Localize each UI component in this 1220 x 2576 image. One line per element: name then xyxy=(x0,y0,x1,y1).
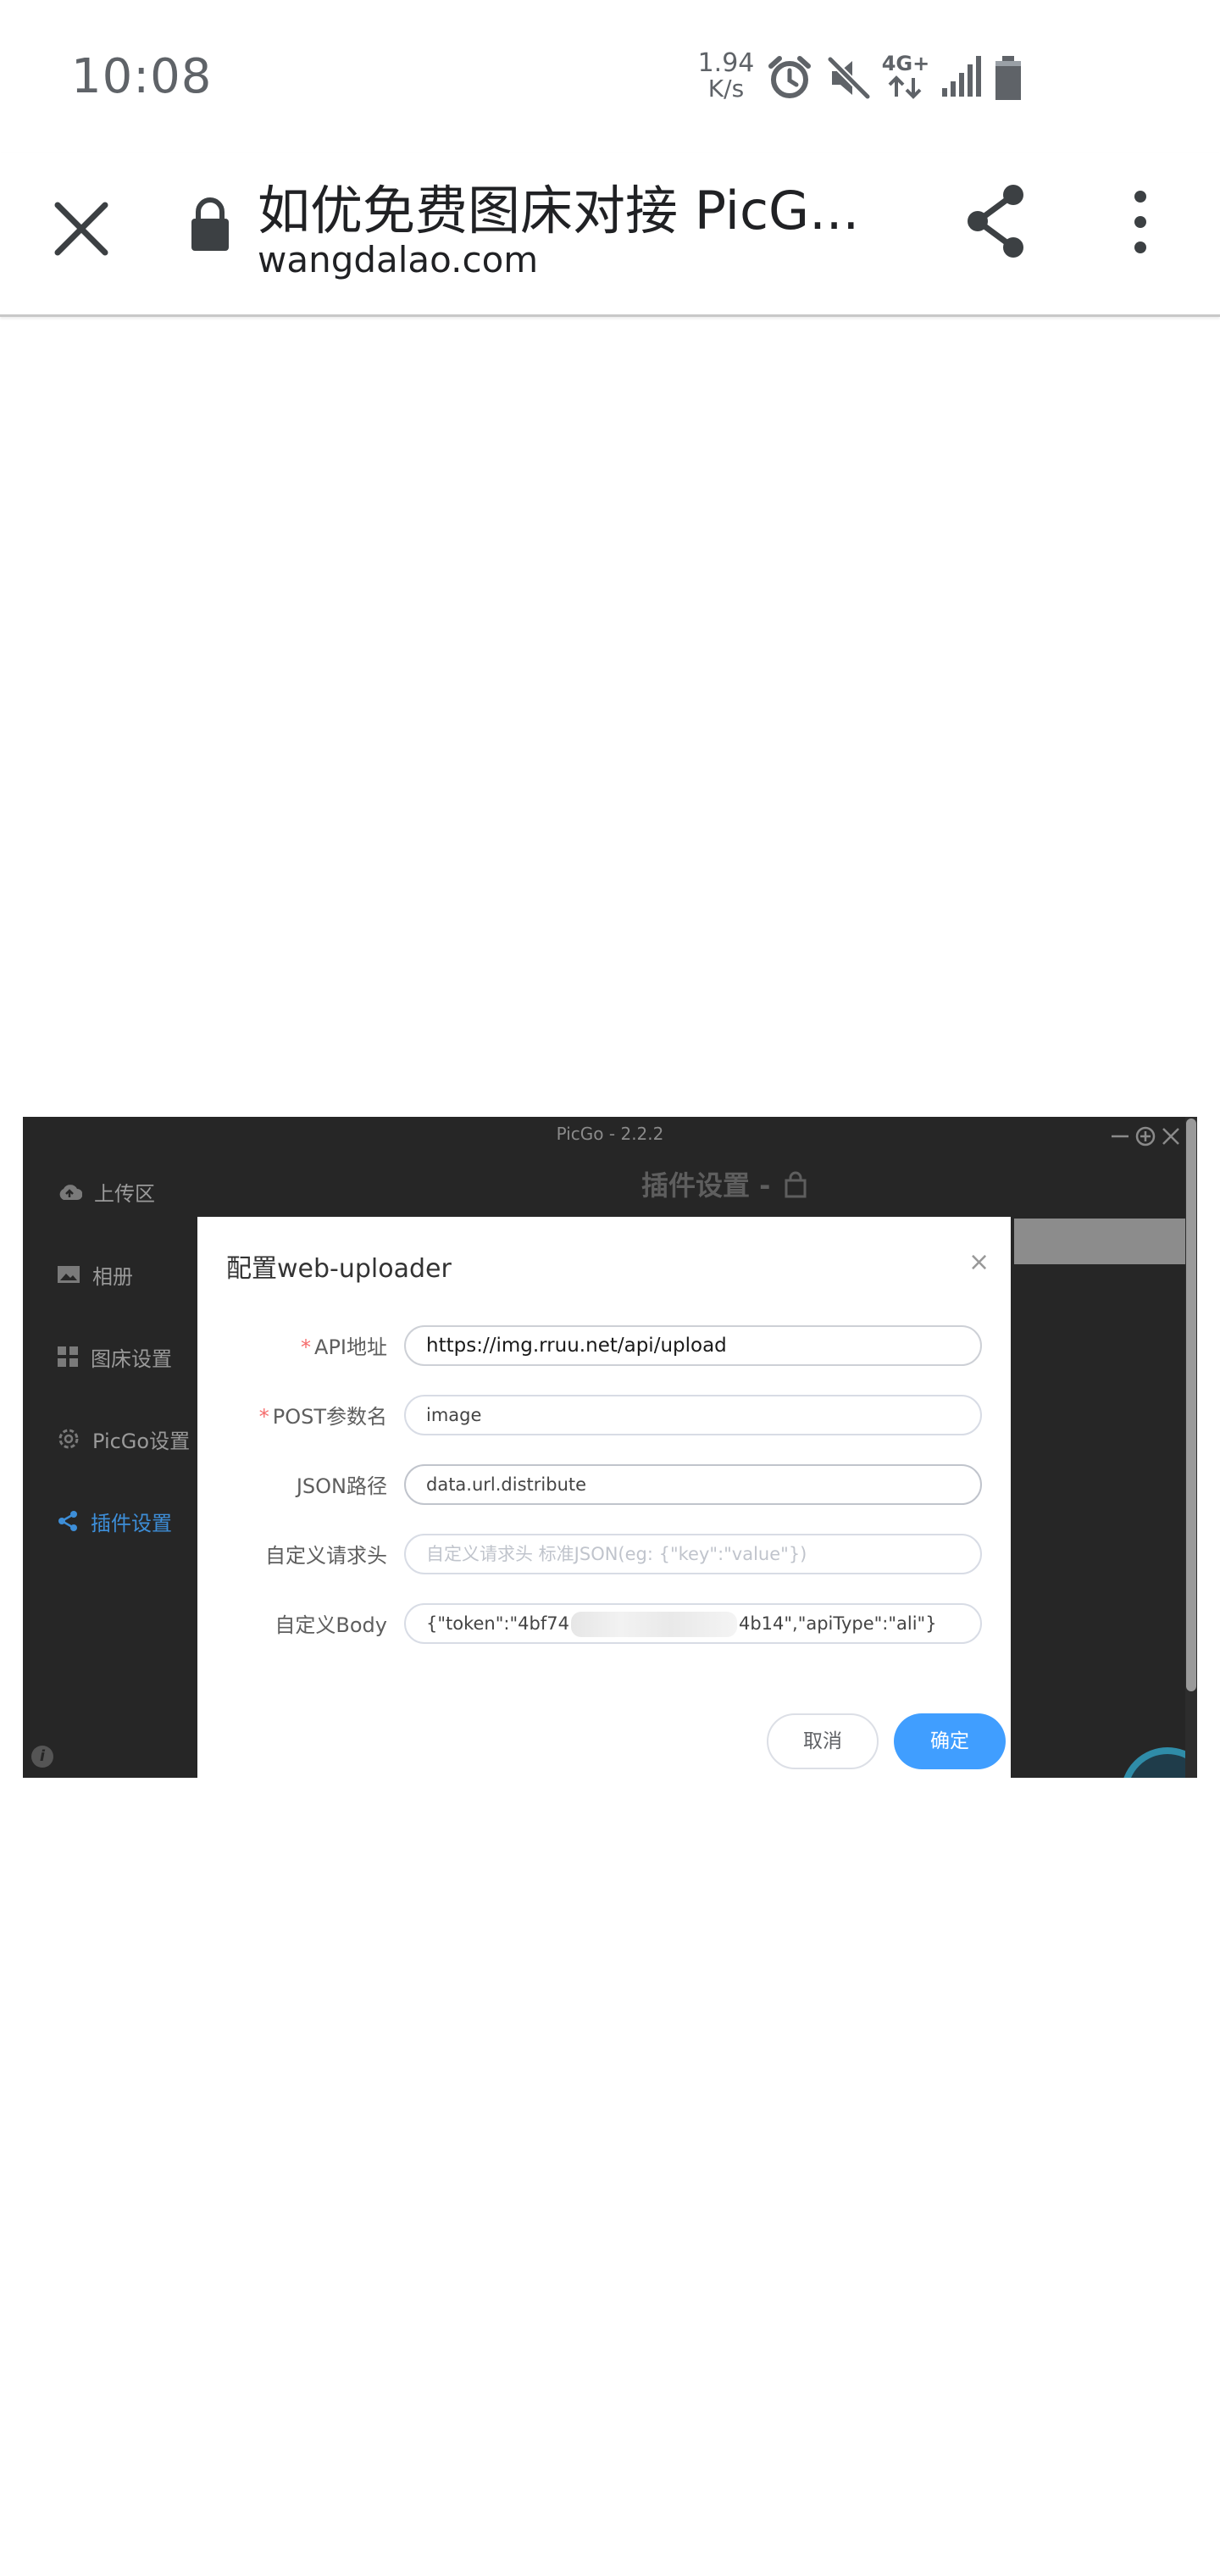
api-url-input[interactable]: https://img.rruu.net/api/upload xyxy=(404,1325,982,1366)
custom-header-input[interactable]: 自定义请求头 标准JSON(eg: {"key":"value"}) xyxy=(404,1534,982,1574)
bag-icon[interactable] xyxy=(784,1171,807,1198)
arrows-icon xyxy=(888,75,922,99)
json-path-input[interactable]: data.url.distribute xyxy=(404,1464,982,1505)
form-row-custom-header: 自定义请求头 自定义请求头 标准JSON(eg: {"key":"value"}… xyxy=(197,1534,1011,1576)
form-row-post-param: * POST参数名 image xyxy=(197,1395,1011,1437)
body-value-start: {"token":"4bf74 xyxy=(426,1613,569,1634)
field-label: 自定义请求头 xyxy=(265,1539,387,1568)
window-close-icon[interactable] xyxy=(1160,1125,1182,1147)
sidebar-item-picgo-settings[interactable]: PicGo设置 xyxy=(57,1422,190,1456)
grid-icon xyxy=(58,1346,78,1367)
field-label-text: POST参数名 xyxy=(272,1405,387,1429)
confirm-button[interactable]: 确定 xyxy=(894,1713,1006,1769)
data-arrows-icon: 4G+ xyxy=(881,53,930,103)
cloud-upload-icon xyxy=(59,1185,82,1200)
network-speed-unit: K/s xyxy=(707,75,745,103)
maximize-icon[interactable] xyxy=(1134,1125,1156,1147)
plugin-search-input[interactable] xyxy=(1014,1219,1190,1264)
mute-icon xyxy=(827,56,871,100)
share-icon xyxy=(58,1511,77,1531)
required-mark: * xyxy=(258,1405,269,1429)
info-icon[interactable]: i xyxy=(31,1746,53,1768)
sidebar-item-upload[interactable]: 上传区 xyxy=(57,1174,155,1208)
sidebar-item-album[interactable]: 相册 xyxy=(57,1257,133,1291)
page-url[interactable]: wangdalao.com xyxy=(258,239,538,280)
browser-toolbar: 如优免费图床对接 PicG... wangdalao.com xyxy=(0,153,1220,317)
page-title[interactable]: 如优免费图床对接 PicG... xyxy=(258,168,901,244)
article-screenshot: PicGo - 2.2.2 上传区 相册 图床设置 PicGo设置 插件设置 插… xyxy=(23,1117,1197,1778)
body-value-end: 4b14","apiType":"ali"} xyxy=(738,1613,937,1634)
sidebar-item-picbed-settings[interactable]: 图床设置 xyxy=(57,1340,172,1374)
custom-body-input[interactable]: {"token":"4bf74 4b14","apiType":"ali"} xyxy=(404,1603,982,1644)
network-speed-value: 1.94 xyxy=(697,48,755,78)
field-label-text: 自定义Body xyxy=(274,1613,387,1637)
window-title: PicGo - 2.2.2 xyxy=(556,1124,664,1144)
sidebar-item-label: 相册 xyxy=(92,1264,133,1289)
redacted-mask xyxy=(570,1612,737,1637)
gear-icon xyxy=(58,1429,79,1449)
form-row-api-url: * API地址 https://img.rruu.net/api/upload xyxy=(197,1325,1011,1368)
signal-icon xyxy=(942,56,981,97)
field-label-text: 自定义请求头 xyxy=(265,1544,387,1568)
more-vert-icon[interactable] xyxy=(1127,188,1154,256)
sidebar-item-label: 图床设置 xyxy=(91,1346,172,1371)
required-mark: * xyxy=(301,1335,312,1359)
post-param-input[interactable]: image xyxy=(404,1395,982,1435)
share-icon[interactable] xyxy=(961,183,1032,259)
lock-icon[interactable] xyxy=(186,195,234,256)
image-icon xyxy=(58,1266,80,1283)
field-label-text: API地址 xyxy=(314,1335,387,1359)
field-label-text: JSON路径 xyxy=(296,1474,387,1498)
sidebar-item-label: PicGo设置 xyxy=(92,1429,191,1453)
minimize-icon[interactable] xyxy=(1109,1125,1131,1147)
form-row-custom-body: 自定义Body {"token":"4bf74 4b14","apiType":"… xyxy=(197,1603,1011,1646)
alarm-icon xyxy=(768,56,811,98)
close-icon[interactable] xyxy=(49,197,114,261)
network-type: 4G+ xyxy=(881,52,930,75)
plugin-page-title: 插件设置 - xyxy=(641,1169,771,1202)
network-speed: 1.94 K/s xyxy=(696,51,756,102)
dialog-title: 配置web-uploader xyxy=(226,1254,452,1284)
sidebar-item-label: 上传区 xyxy=(94,1181,155,1206)
field-label: JSON路径 xyxy=(297,1469,387,1499)
cancel-button[interactable]: 取消 xyxy=(767,1713,879,1769)
config-dialog: 配置web-uploader × * API地址 https://img.rruu… xyxy=(197,1217,1011,1778)
field-label: * API地址 xyxy=(301,1330,387,1360)
sidebar-item-label: 插件设置 xyxy=(91,1511,172,1535)
field-label: 自定义Body xyxy=(274,1608,387,1638)
status-bar: 10:08 1.94 K/s 4G+ xyxy=(0,0,1220,153)
plugin-page-header: 插件设置 - xyxy=(641,1164,807,1203)
scrollbar-thumb[interactable] xyxy=(1186,1119,1196,1691)
battery-icon xyxy=(995,56,1021,100)
sidebar-item-plugin-settings[interactable]: 插件设置 xyxy=(57,1504,172,1538)
status-time: 10:08 xyxy=(71,49,213,104)
form-row-json-path: JSON路径 data.url.distribute xyxy=(197,1464,1011,1507)
dialog-close-icon[interactable]: × xyxy=(968,1247,990,1277)
field-label: * POST参数名 xyxy=(259,1400,387,1430)
